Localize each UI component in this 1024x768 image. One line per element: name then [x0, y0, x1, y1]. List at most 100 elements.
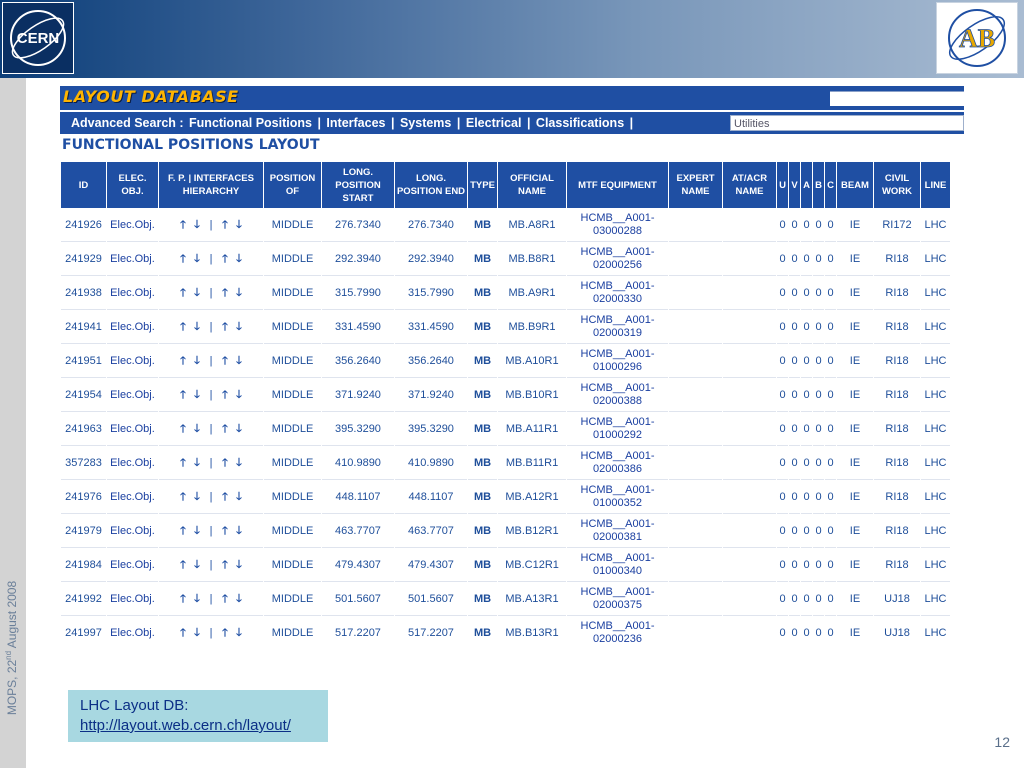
interface-child-down-icon[interactable]: 🡓: [232, 624, 246, 643]
cell-elec-obj-link[interactable]: Elec.Obj.: [107, 277, 158, 310]
nav-classifications[interactable]: Classifications: [536, 116, 624, 130]
column-header-mtf-equipment[interactable]: MTF EQUIPMENT: [567, 162, 668, 208]
column-header-position-of[interactable]: POSITION OF: [264, 162, 321, 208]
interface-child-down-icon[interactable]: 🡓: [232, 420, 246, 439]
cell-elec-obj-link[interactable]: Elec.Obj.: [107, 481, 158, 514]
interface-parent-up-icon[interactable]: 🡑: [218, 386, 232, 405]
fp-parent-up-icon[interactable]: 🡑: [176, 318, 190, 337]
interface-child-down-icon[interactable]: 🡓: [232, 590, 246, 609]
fp-child-down-icon[interactable]: 🡓: [190, 216, 204, 235]
fp-child-down-icon[interactable]: 🡓: [190, 624, 204, 643]
nav-interfaces[interactable]: Interfaces: [326, 116, 385, 130]
interface-child-down-icon[interactable]: 🡓: [232, 386, 246, 405]
fp-child-down-icon[interactable]: 🡓: [190, 318, 204, 337]
cell-mtf-equipment[interactable]: HCMB__A001-02000319: [567, 311, 668, 344]
cell-mtf-equipment[interactable]: HCMB__A001-01000296: [567, 345, 668, 378]
cell-elec-obj-link[interactable]: Elec.Obj.: [107, 243, 158, 276]
interface-child-down-icon[interactable]: 🡓: [232, 522, 246, 541]
cell-elec-obj-link[interactable]: Elec.Obj.: [107, 583, 158, 616]
column-header-b[interactable]: B: [813, 162, 824, 208]
cell-elec-obj-link[interactable]: Elec.Obj.: [107, 515, 158, 548]
column-header-long-end[interactable]: LONG. POSITION END: [395, 162, 467, 208]
column-header-line[interactable]: LINE: [921, 162, 950, 208]
nav-electrical[interactable]: Electrical: [466, 116, 522, 130]
interface-child-down-icon[interactable]: 🡓: [232, 488, 246, 507]
fp-parent-up-icon[interactable]: 🡑: [176, 386, 190, 405]
fp-child-down-icon[interactable]: 🡓: [190, 556, 204, 575]
column-header-type[interactable]: TYPE: [468, 162, 497, 208]
cell-mtf-equipment[interactable]: HCMB__A001-01000352: [567, 481, 668, 514]
column-header-long-start[interactable]: LONG. POSITION START: [322, 162, 394, 208]
column-header-official-name[interactable]: OFFICIAL NAME: [498, 162, 566, 208]
interface-parent-up-icon[interactable]: 🡑: [218, 420, 232, 439]
interface-parent-up-icon[interactable]: 🡑: [218, 522, 232, 541]
interface-parent-up-icon[interactable]: 🡑: [218, 216, 232, 235]
banner-input-field[interactable]: [830, 91, 964, 106]
cell-mtf-equipment[interactable]: HCMB__A001-02000386: [567, 447, 668, 480]
interface-child-down-icon[interactable]: 🡓: [232, 284, 246, 303]
cell-elec-obj-link[interactable]: Elec.Obj.: [107, 209, 158, 242]
fp-parent-up-icon[interactable]: 🡑: [176, 590, 190, 609]
interface-parent-up-icon[interactable]: 🡑: [218, 284, 232, 303]
column-header-hierarchy[interactable]: F. P. | INTERFACES HIERARCHY: [159, 162, 263, 208]
column-header-a[interactable]: A: [801, 162, 812, 208]
interface-parent-up-icon[interactable]: 🡑: [218, 556, 232, 575]
cell-mtf-equipment[interactable]: HCMB__A001-01000340: [567, 549, 668, 582]
interface-child-down-icon[interactable]: 🡓: [232, 318, 246, 337]
column-header-atacr-name[interactable]: AT/ACR NAME: [723, 162, 776, 208]
fp-parent-up-icon[interactable]: 🡑: [176, 454, 190, 473]
fp-parent-up-icon[interactable]: 🡑: [176, 352, 190, 371]
cell-mtf-equipment[interactable]: HCMB__A001-02000375: [567, 583, 668, 616]
nav-functional-positions[interactable]: Functional Positions: [189, 116, 312, 130]
column-header-elec-obj[interactable]: ELEC. OBJ.: [107, 162, 158, 208]
cell-elec-obj-link[interactable]: Elec.Obj.: [107, 617, 158, 648]
cell-elec-obj-link[interactable]: Elec.Obj.: [107, 413, 158, 446]
utilities-dropdown[interactable]: Utilities: [730, 115, 964, 131]
fp-child-down-icon[interactable]: 🡓: [190, 420, 204, 439]
fp-child-down-icon[interactable]: 🡓: [190, 250, 204, 269]
fp-child-down-icon[interactable]: 🡓: [190, 386, 204, 405]
fp-parent-up-icon[interactable]: 🡑: [176, 488, 190, 507]
nav-advanced-search[interactable]: Advanced Search :: [71, 116, 184, 130]
column-header-beam[interactable]: BEAM: [837, 162, 873, 208]
fp-child-down-icon[interactable]: 🡓: [190, 454, 204, 473]
cell-elec-obj-link[interactable]: Elec.Obj.: [107, 549, 158, 582]
fp-parent-up-icon[interactable]: 🡑: [176, 250, 190, 269]
interface-parent-up-icon[interactable]: 🡑: [218, 624, 232, 643]
cell-elec-obj-link[interactable]: Elec.Obj.: [107, 345, 158, 378]
cell-mtf-equipment[interactable]: HCMB__A001-02000330: [567, 277, 668, 310]
interface-child-down-icon[interactable]: 🡓: [232, 454, 246, 473]
fp-parent-up-icon[interactable]: 🡑: [176, 522, 190, 541]
interface-parent-up-icon[interactable]: 🡑: [218, 318, 232, 337]
fp-parent-up-icon[interactable]: 🡑: [176, 216, 190, 235]
fp-parent-up-icon[interactable]: 🡑: [176, 624, 190, 643]
interface-child-down-icon[interactable]: 🡓: [232, 556, 246, 575]
cell-elec-obj-link[interactable]: Elec.Obj.: [107, 311, 158, 344]
layout-db-link[interactable]: http://layout.web.cern.ch/layout/: [80, 717, 291, 734]
fp-child-down-icon[interactable]: 🡓: [190, 352, 204, 371]
cell-mtf-equipment[interactable]: HCMB__A001-02000388: [567, 379, 668, 412]
fp-parent-up-icon[interactable]: 🡑: [176, 284, 190, 303]
interface-parent-up-icon[interactable]: 🡑: [218, 250, 232, 269]
interface-parent-up-icon[interactable]: 🡑: [218, 590, 232, 609]
column-header-u[interactable]: U: [777, 162, 788, 208]
interface-parent-up-icon[interactable]: 🡑: [218, 454, 232, 473]
column-header-id[interactable]: ID: [61, 162, 106, 208]
column-header-v[interactable]: V: [789, 162, 800, 208]
fp-child-down-icon[interactable]: 🡓: [190, 522, 204, 541]
cell-mtf-equipment[interactable]: HCMB__A001-02000236: [567, 617, 668, 648]
fp-child-down-icon[interactable]: 🡓: [190, 284, 204, 303]
cell-mtf-equipment[interactable]: HCMB__A001-03000288: [567, 209, 668, 242]
cell-elec-obj-link[interactable]: Elec.Obj.: [107, 447, 158, 480]
column-header-civil-work[interactable]: CIVIL WORK: [874, 162, 920, 208]
interface-child-down-icon[interactable]: 🡓: [232, 352, 246, 371]
fp-parent-up-icon[interactable]: 🡑: [176, 556, 190, 575]
interface-child-down-icon[interactable]: 🡓: [232, 250, 246, 269]
interface-parent-up-icon[interactable]: 🡑: [218, 488, 232, 507]
interface-child-down-icon[interactable]: 🡓: [232, 216, 246, 235]
fp-child-down-icon[interactable]: 🡓: [190, 488, 204, 507]
nav-systems[interactable]: Systems: [400, 116, 451, 130]
fp-child-down-icon[interactable]: 🡓: [190, 590, 204, 609]
cell-mtf-equipment[interactable]: HCMB__A001-02000381: [567, 515, 668, 548]
cell-mtf-equipment[interactable]: HCMB__A001-02000256: [567, 243, 668, 276]
